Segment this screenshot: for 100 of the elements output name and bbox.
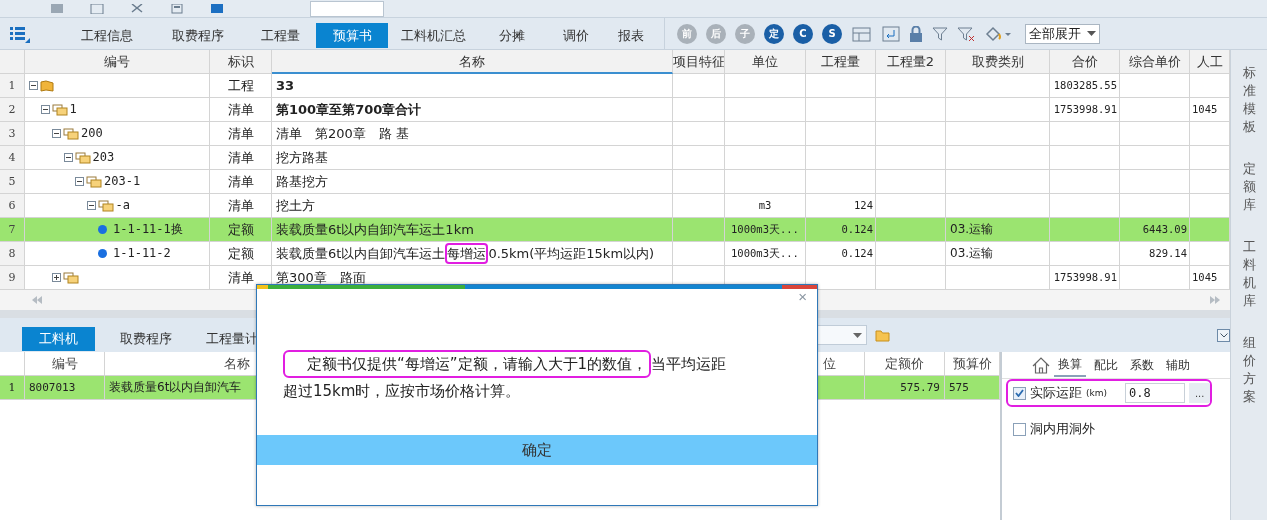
unit-price-cell: 6443.09	[1120, 218, 1190, 242]
confirm-button[interactable]: 确定	[257, 435, 817, 465]
expand-toggle[interactable]	[52, 273, 61, 282]
table-cell	[876, 146, 946, 170]
table-cell	[1050, 122, 1120, 146]
minus-icon	[30, 82, 37, 89]
tab[interactable]: 工料机汇总	[388, 23, 478, 48]
name-cell: 路基挖方	[272, 170, 673, 194]
name-cell: 清单 第200章 路 基	[272, 122, 673, 146]
column-header[interactable]: 标识	[210, 50, 272, 74]
total-price-cell: 1803285.55	[1050, 74, 1120, 98]
collapse-toggle[interactable]	[75, 177, 84, 186]
unit-label: (km)	[1086, 388, 1107, 398]
tab[interactable]: 辅助	[1162, 353, 1194, 377]
dot-icon	[98, 225, 107, 234]
column-header[interactable]: 定额价	[865, 352, 945, 376]
column-header[interactable]: 名称	[272, 50, 673, 74]
tab[interactable]: 换算	[1054, 353, 1086, 377]
option-label: 洞内用洞外	[1030, 420, 1095, 438]
table-cell	[876, 170, 946, 194]
filter-icon	[932, 25, 948, 42]
collapse-toggle[interactable]	[29, 81, 38, 90]
tab[interactable]: 工料机	[22, 327, 95, 351]
tab[interactable]: 分摊	[478, 23, 546, 48]
stacked-folder-icon	[97, 199, 114, 212]
collapse-toggle[interactable]	[40, 105, 50, 114]
side-tab[interactable]: 工料机库	[1242, 234, 1256, 314]
option-label: 实际运距	[1030, 384, 1082, 402]
collapse-toggle[interactable]	[52, 129, 61, 138]
checkbox[interactable]	[1013, 422, 1026, 436]
stacked-folder-icon	[86, 175, 102, 188]
name-cell: 33	[272, 74, 673, 98]
mark-cell: 定额	[210, 242, 272, 266]
home-icon	[1032, 356, 1050, 374]
mark-cell: 定额	[210, 218, 272, 242]
column-header[interactable]: 编号	[25, 50, 210, 74]
quota-price-cell: 575.79	[865, 376, 945, 400]
column-header[interactable]: 单位	[725, 50, 806, 74]
stacked-folder-icon	[51, 103, 68, 116]
side-tab[interactable]: 定额库	[1242, 156, 1256, 218]
toolbar-button[interactable]: S	[822, 23, 842, 44]
stacked-folder-icon	[63, 271, 79, 284]
toolbar-button[interactable]: C	[793, 23, 813, 44]
search-field[interactable]	[310, 0, 384, 17]
column-header[interactable]: 项目特征	[673, 50, 725, 74]
row-number: 8	[0, 242, 25, 266]
tab[interactable]: 取费程序	[152, 23, 244, 48]
table-cell	[1050, 170, 1120, 194]
table-cell	[673, 170, 725, 194]
code-text: 200	[81, 125, 103, 142]
column-header[interactable]: 取费类别	[946, 50, 1050, 74]
side-tab[interactable]: 标准模板	[1242, 60, 1256, 140]
tab[interactable]: 预算书	[316, 23, 388, 48]
tab[interactable]: 工程量	[244, 23, 316, 48]
collapse-toggle[interactable]	[86, 201, 96, 210]
tab[interactable]: 报表	[606, 23, 656, 48]
stacked-folder-icon	[63, 127, 79, 140]
table-cell	[806, 170, 876, 194]
column-header[interactable]: 合价	[1050, 50, 1120, 74]
tab[interactable]: 配比	[1090, 353, 1122, 377]
enter-icon	[882, 25, 900, 42]
column-header[interactable]: 预算价	[945, 352, 1000, 376]
minus-icon	[53, 130, 60, 137]
tab[interactable]: 调价	[546, 23, 606, 48]
table-cell	[673, 122, 725, 146]
table-cell	[806, 74, 876, 98]
toolbar-button[interactable]: 定	[764, 23, 784, 44]
distance-field[interactable]: 0.8	[1125, 383, 1185, 403]
tab[interactable]: 取费程序	[105, 327, 187, 351]
tab[interactable]: 系数	[1126, 353, 1158, 377]
browse-button[interactable]: ...	[1189, 383, 1211, 403]
fee-category-cell: 03.运输	[946, 242, 1050, 266]
table-cell	[1120, 122, 1190, 146]
column-header[interactable]: 工程量	[806, 50, 876, 74]
paint-bucket-icon	[984, 25, 1012, 42]
collapse-button[interactable]	[1217, 328, 1230, 342]
table-icon	[851, 24, 873, 43]
table-cell	[1120, 98, 1190, 122]
table-cell	[806, 146, 876, 170]
tab[interactable]: 工程量计	[197, 327, 267, 351]
mark-cell: 清单	[210, 146, 272, 170]
toolbar-icon	[170, 3, 184, 14]
tab[interactable]: 工程信息	[62, 23, 152, 48]
dot-icon	[98, 249, 107, 258]
minus-icon	[87, 202, 95, 209]
expand-dropdown[interactable]: 全部展开	[1025, 23, 1100, 44]
unit-cell: 1000m3天...	[725, 242, 806, 266]
row-number: 1	[0, 376, 25, 400]
column-header[interactable]: 综合单价	[1120, 50, 1190, 74]
collapse-toggle[interactable]	[63, 153, 73, 162]
code-cell: 8007013	[25, 376, 105, 400]
quantity-cell: 0.124	[806, 218, 876, 242]
column-header[interactable]: 人工	[1190, 50, 1230, 74]
column-header[interactable]: 编号	[25, 352, 105, 376]
side-tab[interactable]: 组价方案	[1242, 330, 1256, 410]
plus-icon	[53, 274, 60, 281]
table-cell	[876, 122, 946, 146]
checkbox[interactable]	[1013, 386, 1026, 400]
mark-cell: 清单	[210, 170, 272, 194]
column-header[interactable]: 工程量2	[876, 50, 946, 74]
